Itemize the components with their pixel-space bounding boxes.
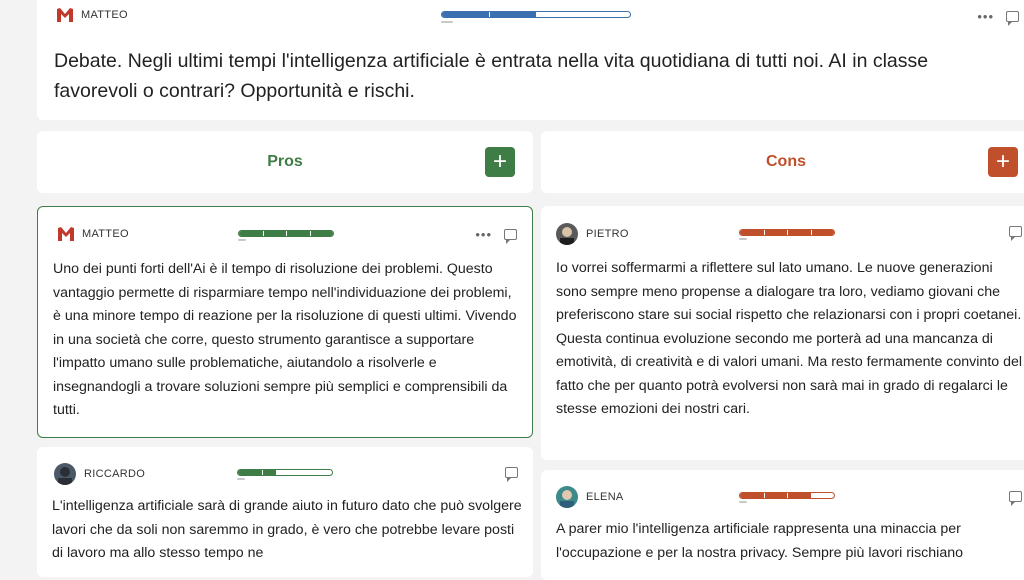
- comment-icon[interactable]: [1009, 491, 1022, 506]
- pros-column-header: Pros +: [37, 131, 533, 193]
- debate-header-card: MATTEO ••• Debate. Negli ultimi tempi l'…: [37, 0, 1024, 120]
- header-progress-bar: [441, 11, 631, 18]
- comment-icon[interactable]: [505, 467, 518, 482]
- comment-icon[interactable]: [504, 229, 517, 244]
- con-post-card[interactable]: PIETRO Io vorrei soffermarmi a rifletter…: [541, 206, 1024, 460]
- header-progress-base: [441, 21, 453, 23]
- post-actions: [1009, 226, 1022, 241]
- avatar: [556, 486, 578, 508]
- post-progress-base: [238, 239, 246, 241]
- more-dots-icon[interactable]: •••: [977, 9, 994, 24]
- cons-title: Cons: [766, 153, 806, 170]
- post-progress-bar: [739, 229, 835, 236]
- avatar: [54, 463, 76, 485]
- post-actions: [1009, 491, 1022, 506]
- post-progress-bar: [739, 492, 835, 499]
- more-dots-icon[interactable]: •••: [475, 227, 492, 242]
- post-author: PIETRO: [556, 223, 629, 245]
- post-progress-fill: [238, 470, 276, 475]
- post-author: ELENA: [556, 486, 624, 508]
- post-actions: [505, 467, 518, 482]
- post-progress-bar: [238, 230, 334, 237]
- post-text: L'intelligenza artificiale sarà di grand…: [52, 498, 522, 561]
- pro-post-card[interactable]: RICCARDO L'intelligenza artificiale sarà…: [37, 447, 533, 577]
- add-con-button[interactable]: +: [988, 147, 1018, 177]
- post-author: RICCARDO: [54, 463, 145, 485]
- post-text: Uno dei punti forti dell'Ai è il tempo d…: [53, 261, 517, 418]
- header-actions: •••: [977, 9, 1019, 26]
- post-actions: •••: [475, 227, 517, 244]
- post-text: Io vorrei soffermarmi a riflettere sul l…: [556, 260, 1023, 417]
- con-post-card[interactable]: ELENA A parer mio l'intelligenza artific…: [541, 470, 1024, 580]
- avatar: [556, 223, 578, 245]
- post-progress-base: [739, 501, 747, 503]
- post-text: A parer mio l'intelligenza artificiale r…: [556, 521, 963, 561]
- debate-question: Debate. Negli ultimi tempi l'intelligenz…: [54, 50, 929, 102]
- post-author-name: ELENA: [586, 491, 624, 503]
- post-progress-bar: [237, 469, 333, 476]
- post-progress-base: [237, 478, 245, 480]
- post-author-name: RICCARDO: [84, 468, 146, 480]
- add-pro-button[interactable]: +: [485, 147, 515, 177]
- header-author-name: MATTEO: [81, 9, 128, 21]
- matteo-logo-icon: [58, 227, 74, 241]
- post-progress-base: [739, 238, 747, 240]
- comment-icon[interactable]: [1009, 226, 1022, 241]
- cons-column-header: Cons +: [541, 131, 1024, 193]
- post-progress-fill: [740, 493, 811, 498]
- comment-icon[interactable]: [1006, 11, 1019, 26]
- pros-title: Pros: [267, 153, 303, 170]
- matteo-logo-icon: [57, 8, 73, 22]
- header-author: MATTEO: [57, 8, 128, 22]
- pro-post-card[interactable]: MATTEO ••• Uno dei punti forti dell'Ai è…: [37, 206, 533, 438]
- post-author-name: MATTEO: [82, 228, 129, 240]
- post-author-name: PIETRO: [586, 228, 629, 240]
- post-author: MATTEO: [58, 227, 129, 241]
